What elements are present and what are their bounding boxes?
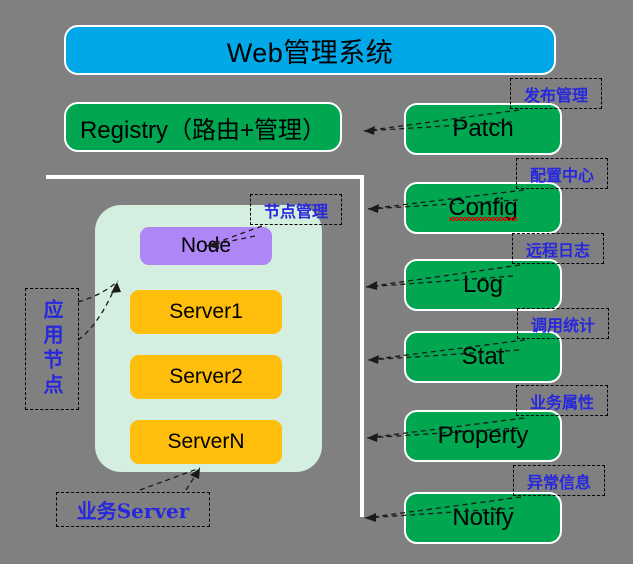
spellcheck-underline-icon bbox=[449, 217, 517, 221]
callout-business-server: 业务Server bbox=[56, 492, 210, 527]
callout-property-annotation: 业务属性 bbox=[516, 385, 608, 416]
leader-log-arrow bbox=[366, 281, 377, 290]
bracket-top-line bbox=[46, 175, 364, 179]
registry-label: Registry（路由+管理） bbox=[79, 116, 327, 144]
service-label-patch: Patch bbox=[452, 115, 514, 142]
title-label: Web管理系统 bbox=[226, 37, 394, 68]
callout-notify-annotation: 异常信息 bbox=[513, 465, 605, 496]
server-label-1: Server1 bbox=[169, 300, 243, 323]
callout-node-management-label: 节点管理 bbox=[263, 201, 328, 221]
callout-config-annotation: 配置中心 bbox=[516, 158, 608, 189]
callout-config-label: 配置中心 bbox=[529, 165, 594, 185]
callout-property-label: 业务属性 bbox=[529, 392, 594, 412]
service-box-property[interactable]: Property bbox=[404, 410, 562, 462]
server-label-2: Server2 bbox=[169, 365, 243, 388]
leader-property-arrow bbox=[367, 433, 378, 442]
callout-log-label: 远程日志 bbox=[525, 240, 590, 260]
server-box-1[interactable]: Server1 bbox=[130, 290, 282, 334]
leader-stat-arrow bbox=[368, 355, 379, 364]
leader-notify-arrow bbox=[365, 513, 376, 522]
leader-patch-arrow bbox=[364, 126, 375, 135]
service-label-notify: Notify bbox=[452, 504, 514, 531]
server-label-n: ServerN bbox=[167, 430, 245, 453]
server-box-2[interactable]: Server2 bbox=[130, 355, 282, 399]
callout-business-server-label: 业务Server bbox=[76, 499, 190, 523]
service-box-log[interactable]: Log bbox=[404, 259, 562, 311]
title-web-management-system[interactable]: Web管理系统 bbox=[64, 25, 556, 75]
server-box-n[interactable]: ServerN bbox=[130, 420, 282, 464]
callout-notify-label: 异常信息 bbox=[526, 472, 591, 492]
service-label-log: Log bbox=[462, 271, 504, 298]
service-box-patch[interactable]: Patch bbox=[404, 103, 562, 155]
callout-stat-label: 调用统计 bbox=[530, 315, 595, 335]
callout-patch-label: 发布管理 bbox=[523, 85, 588, 105]
service-label-config-wrapper: Config bbox=[448, 194, 518, 222]
callout-application-node: 应用节点 bbox=[25, 288, 79, 410]
callout-node-management: 节点管理 bbox=[250, 194, 342, 225]
node-label: Node bbox=[180, 234, 232, 257]
service-box-notify[interactable]: Notify bbox=[404, 492, 562, 544]
diagram-canvas: Web管理系统 Registry（路由+管理） Node Server1 Ser… bbox=[0, 0, 633, 564]
callout-patch-annotation: 发布管理 bbox=[510, 78, 602, 109]
bracket-right-line bbox=[360, 175, 364, 517]
service-box-config[interactable]: Config bbox=[404, 182, 562, 234]
leader-config-arrow bbox=[368, 204, 379, 213]
callout-stat-annotation: 调用统计 bbox=[517, 308, 609, 339]
registry-box[interactable]: Registry（路由+管理） bbox=[64, 102, 342, 152]
callout-log-annotation: 远程日志 bbox=[512, 233, 604, 264]
service-label-stat: Stat bbox=[461, 343, 505, 370]
callout-application-node-label: 应用节点 bbox=[40, 299, 64, 399]
node-box[interactable]: Node bbox=[140, 227, 272, 265]
service-label-property: Property bbox=[437, 422, 529, 449]
